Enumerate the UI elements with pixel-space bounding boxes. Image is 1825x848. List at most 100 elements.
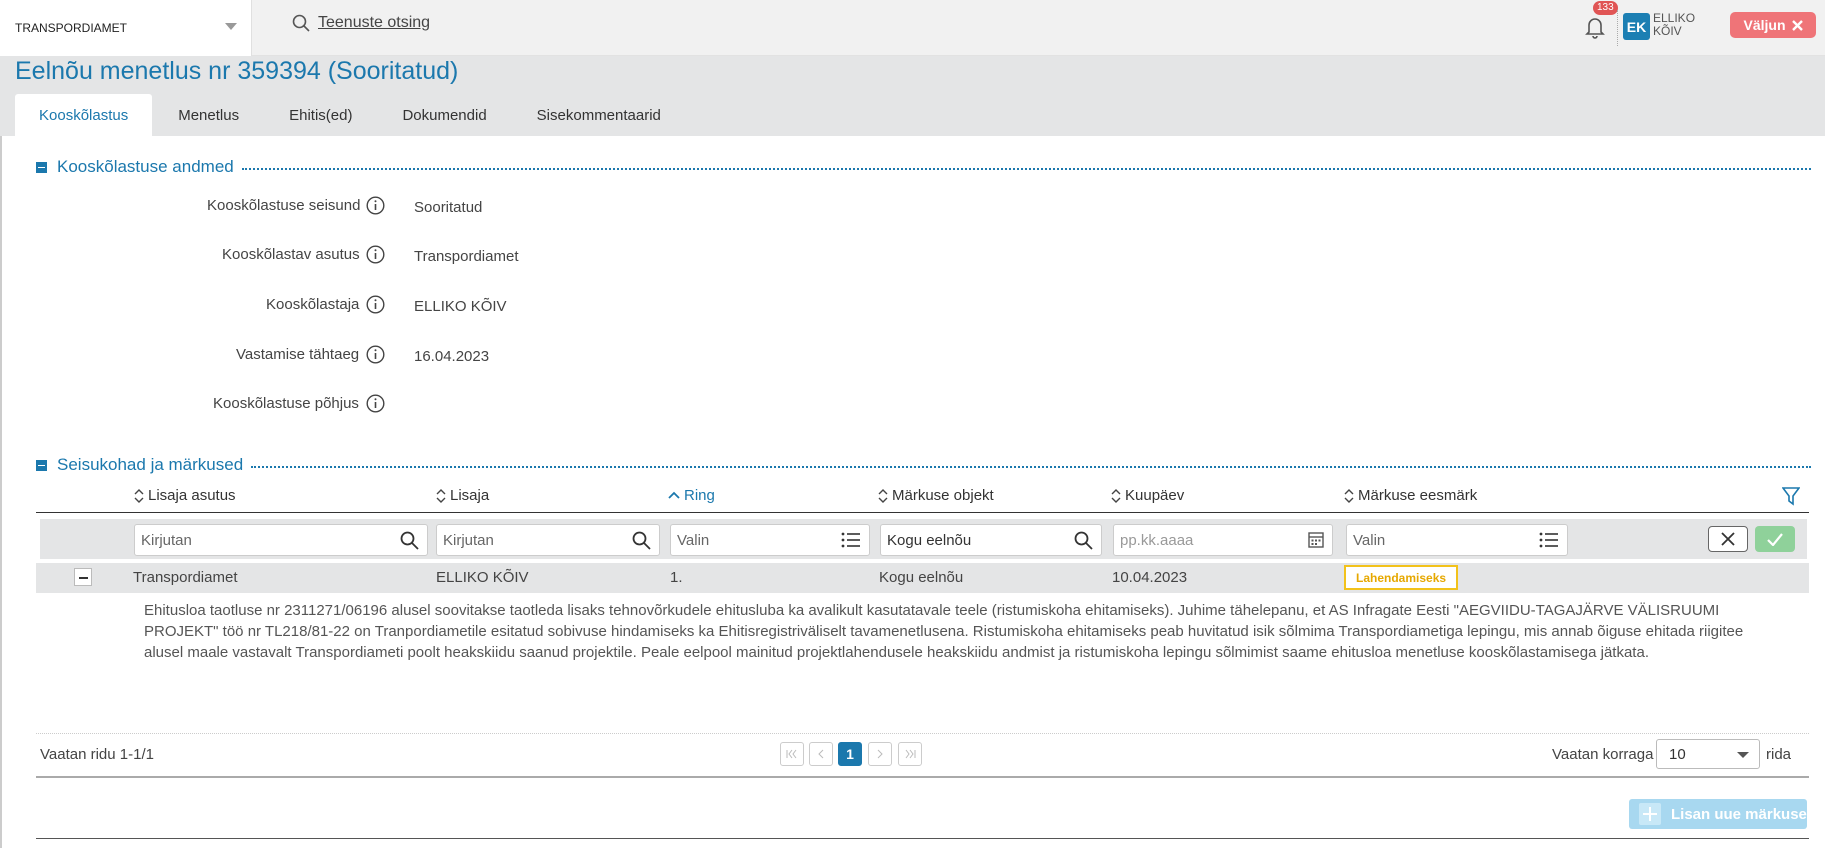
organization-select-value: TRANSPORDIAMET [15,21,128,35]
filter-markuse-objekt-input[interactable]: Kogu eelnõu [880,524,1102,556]
filter-value: Kogu eelnõu [887,531,972,549]
previous-page-button[interactable] [809,742,833,766]
bell-icon[interactable] [1583,14,1607,40]
field-value: Sooritatud [414,199,483,216]
apply-filters-button[interactable] [1755,526,1795,552]
list-icon [841,532,860,548]
user-separator [1617,10,1618,46]
field-label: Kooskõlastav asutus [222,246,360,263]
organization-select[interactable]: TRANSPORDIAMET [0,0,252,56]
add-remark-button[interactable]: Lisan uue märkuse [1629,799,1807,829]
caret-down-icon [1737,752,1749,758]
sort-icon [878,488,888,503]
tab-ehitised[interactable]: Ehitis(ed) [265,94,376,136]
column-header-lisaja[interactable]: Lisaja [436,487,489,504]
last-page-button[interactable] [898,742,922,766]
info-icon[interactable] [366,196,385,215]
search-icon [632,531,651,550]
notification-count-badge: 133 [1593,1,1618,15]
per-page-label: Vaatan korraga [1552,746,1654,763]
last-page-icon [905,749,916,759]
section-header-seisukohad: Seisukohad ja märkused [36,455,1811,475]
cell-lisaja-asutus: Transpordiamet [133,569,238,586]
column-header-label: Kuupäev [1125,487,1185,504]
sort-icon [134,488,144,503]
field-label: Kooskõlastaja [266,296,360,313]
field-value: ELLIKO KÕIV [414,298,507,315]
search-icon [400,531,419,550]
section-header-kooskolastuse-andmed: Kooskõlastuse andmed [36,157,1811,177]
info-icon[interactable] [366,245,385,264]
per-page-suffix: rida [1766,746,1792,763]
top-bar: TRANSPORDIAMET Teenuste otsing 133 EK EL… [0,0,1825,56]
table-header-divider [36,512,1809,513]
cell-kuupaev: 10.04.2023 [1112,569,1188,586]
info-icon[interactable] [366,295,385,314]
left-edge [0,56,2,848]
sort-ascending-icon [668,491,680,499]
per-page-value: 10 [1669,745,1686,763]
field-row-asutus: Kooskõlastav asutus Transpordiamet [0,242,900,272]
user-name[interactable]: ELLIKO KÕIV [1653,12,1713,38]
row-collapse-toggle[interactable] [74,568,92,586]
next-page-button[interactable] [868,742,892,766]
page-title: Eelnõu menetlus nr 359394 (Sooritatud) [15,57,459,85]
pager-info: Vaatan ridu 1-1/1 [40,746,154,763]
filter-markuse-eesmark-select[interactable]: Valin [1346,524,1568,556]
tab-menetlus[interactable]: Menetlus [154,94,263,136]
filter-value: Kirjutan [443,531,494,549]
info-icon[interactable] [366,394,385,413]
close-icon [1721,532,1735,546]
caret-down-icon [225,23,237,30]
filter-ring-select[interactable]: Valin [670,524,870,556]
column-header-label: Lisaja [450,487,490,504]
services-search-label: Teenuste otsing [318,14,431,31]
section-divider [241,168,1811,170]
services-search-link[interactable]: Teenuste otsing [292,14,430,32]
tab-sisekommentaarid[interactable]: Sisekommentaarid [513,94,685,136]
page-button-current[interactable]: 1 [838,742,862,766]
tab-kooskolastus[interactable]: Kooskõlastus [15,94,153,136]
list-icon [1539,532,1558,548]
sort-icon [1344,488,1354,503]
tab-bar: Kooskõlastus Menetlus Ehitis(ed) Dokumen… [15,94,687,136]
section-title: Kooskõlastuse andmed [57,157,234,176]
filter-icon[interactable] [1782,486,1800,506]
column-header-ring[interactable]: Ring [668,487,715,504]
pager-divider [36,733,1809,734]
field-value: Transpordiamet [414,248,519,265]
column-header-label: Ring [684,487,715,504]
sort-icon [436,488,446,503]
tab-dokumendid[interactable]: Dokumendid [378,94,510,136]
close-icon [1791,19,1803,31]
collapse-icon[interactable] [36,459,47,471]
column-header-lisaja-asutus[interactable]: Lisaja asutus [134,487,236,504]
bottom-divider [36,838,1809,839]
clear-filters-button[interactable] [1708,526,1748,552]
user-last-name: KÕIV [1653,24,1682,38]
per-page-select[interactable]: 10 [1656,739,1760,769]
column-header-kuupaev[interactable]: Kuupäev [1111,487,1184,504]
field-row-pohjus: Kooskõlastuse põhjus [0,391,900,421]
filter-lisaja-asutus-input[interactable]: Kirjutan [134,524,428,556]
filter-lisaja-input[interactable]: Kirjutan [436,524,660,556]
plus-icon [1639,803,1661,825]
column-header-label: Lisaja asutus [148,487,236,504]
first-page-icon [786,749,797,759]
comment-text: Ehitusloa taotluse nr 2311271/06196 alus… [144,602,1744,661]
cell-ring: 1. [670,569,683,586]
column-header-markuse-eesmark[interactable]: Märkuse eesmärk [1344,487,1477,504]
filter-placeholder: pp.kk.aaaa [1120,531,1194,549]
info-icon[interactable] [366,345,385,364]
filter-kuupaev-input[interactable]: pp.kk.aaaa [1113,524,1333,556]
check-icon [1767,532,1783,546]
chevron-right-icon [877,749,883,759]
field-label: Vastamise tähtaeg [236,346,360,363]
cell-markuse-objekt: Kogu eelnõu [879,569,964,586]
first-page-button[interactable] [780,742,804,766]
column-header-markuse-objekt[interactable]: Märkuse objekt [878,487,994,504]
logout-button[interactable]: Väljun [1730,12,1816,38]
collapse-icon[interactable] [36,161,47,173]
section-divider [251,466,1811,468]
avatar[interactable]: EK [1623,13,1650,40]
